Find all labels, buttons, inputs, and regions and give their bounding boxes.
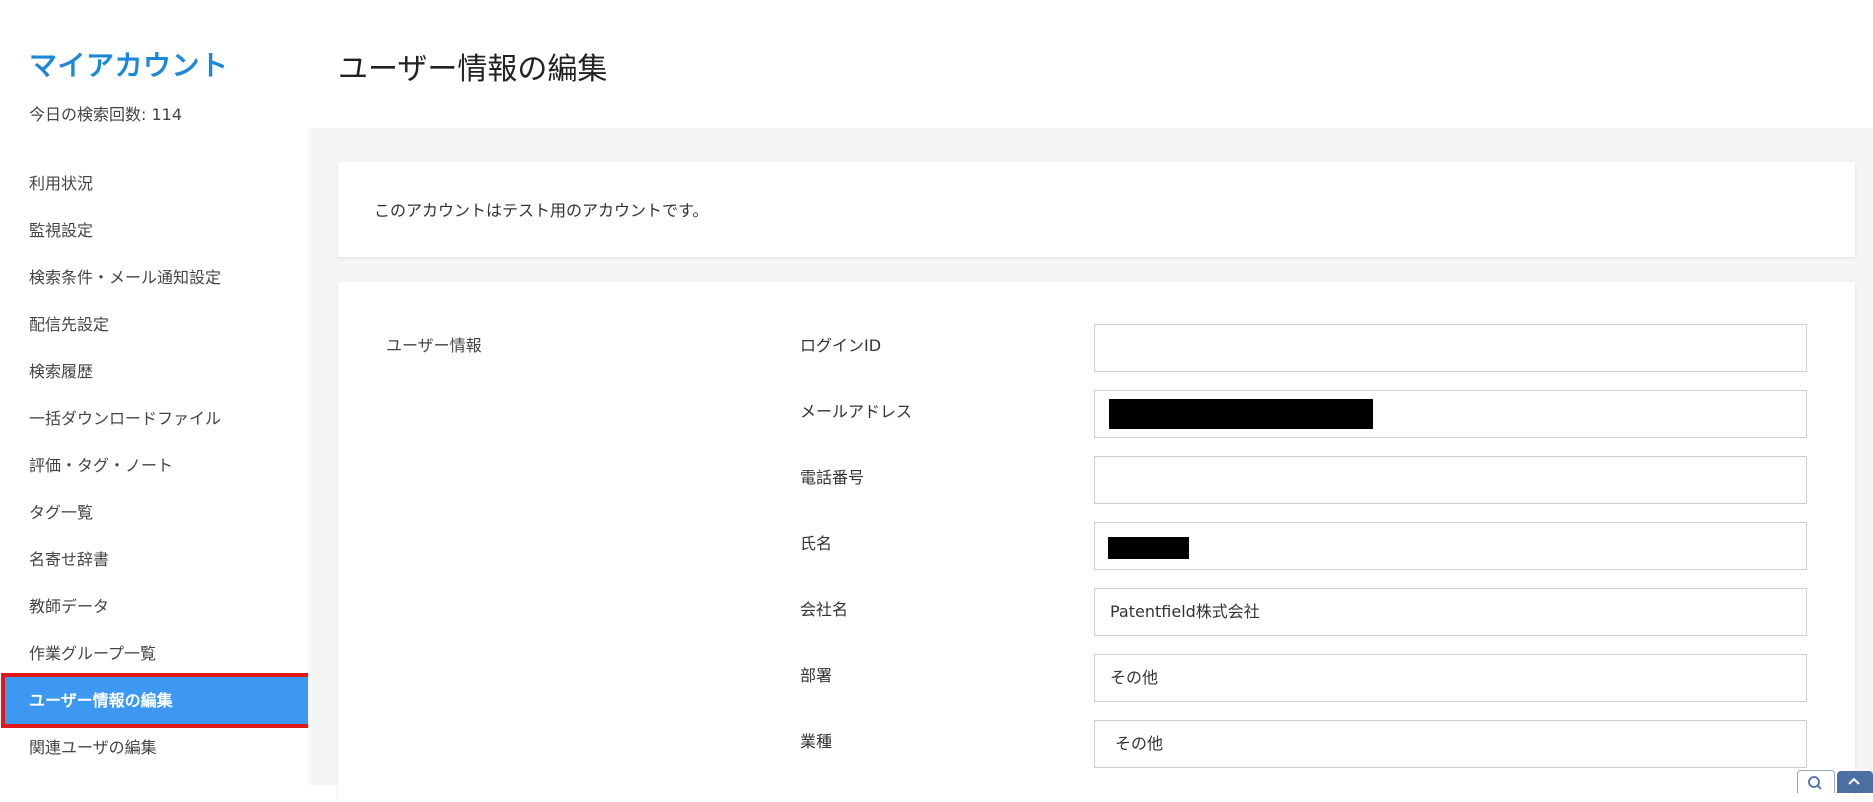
search-count: 今日の検索回数: 114 [29, 105, 183, 124]
field-label: メールアドレス [800, 402, 913, 421]
sidebar-item-search-history[interactable]: 検索履歴 [0, 348, 308, 395]
field-row-phone: 電話番号 [338, 456, 1855, 514]
phone-field[interactable] [1094, 456, 1807, 504]
redacted-block [1109, 399, 1373, 429]
name-field[interactable] [1094, 522, 1807, 570]
field-value: その他 [1115, 734, 1164, 753]
sidebar-item-usage[interactable]: 利用状況 [0, 160, 308, 207]
search-icon [1808, 776, 1822, 790]
sidebar-item-work-groups[interactable]: 作業グループ一覧 [0, 630, 308, 677]
field-label: 会社名 [800, 600, 849, 619]
field-value: その他 [1110, 668, 1159, 687]
company-field[interactable]: Patentfield株式会社 [1094, 588, 1807, 636]
sidebar-item-edit-related-users[interactable]: 関連ユーザの編集 [0, 724, 308, 771]
field-row-name: 氏名 [338, 522, 1855, 580]
sidebar-item-teacher-data[interactable]: 教師データ [0, 583, 308, 630]
field-row-department: 部署 その他 [338, 654, 1855, 712]
field-label: ログインID [800, 336, 882, 355]
sidebar: マイアカウント 今日の検索回数: 114 利用状況 監視設定 検索条件・メール通… [0, 0, 315, 785]
field-label: 電話番号 [800, 468, 865, 487]
login-id-field[interactable] [1094, 324, 1807, 372]
sidebar-item-name-dictionary[interactable]: 名寄せ辞書 [0, 536, 308, 583]
sidebar-title[interactable]: マイアカウント [29, 44, 229, 84]
field-row-email: メールアドレス [338, 390, 1855, 448]
field-row-industry: 業種 その他 [338, 720, 1855, 778]
redacted-block [1108, 537, 1189, 559]
sidebar-item-rating-tag-note[interactable]: 評価・タグ・ノート [0, 442, 308, 489]
department-select[interactable]: その他 [1094, 654, 1807, 702]
field-label: 業種 [800, 732, 833, 751]
notice-text: このアカウントはテスト用のアカウントです。 [374, 201, 709, 220]
chevron-up-icon [1848, 777, 1860, 785]
field-row-login-id: ログインID [338, 324, 1855, 382]
sidebar-item-monitoring[interactable]: 監視設定 [0, 207, 308, 254]
main-content: このアカウントはテスト用のアカウントです。 ユーザー情報 ログインID メールア… [308, 128, 1873, 802]
field-label: 部署 [800, 666, 833, 685]
scroll-top-button[interactable] [1837, 771, 1873, 793]
sidebar-item-tag-list[interactable]: タグ一覧 [0, 489, 308, 536]
sidebar-item-edit-user-info[interactable]: ユーザー情報の編集 [1, 673, 315, 728]
field-label: 氏名 [800, 534, 833, 553]
field-row-company: 会社名 Patentfield株式会社 [338, 588, 1855, 646]
sidebar-nav: 利用状況 監視設定 検索条件・メール通知設定 配信先設定 検索履歴 一括ダウンロ… [0, 160, 315, 771]
floating-search-button[interactable] [1797, 770, 1835, 793]
sidebar-item-delivery[interactable]: 配信先設定 [0, 301, 308, 348]
user-info-form: ユーザー情報 ログインID メールアドレス 電話番号 氏名 会社名 Patent… [338, 282, 1855, 802]
field-value: Patentfield株式会社 [1110, 602, 1260, 621]
industry-select[interactable]: その他 [1094, 720, 1807, 768]
notice-card: このアカウントはテスト用のアカウントです。 [338, 162, 1855, 257]
email-field[interactable] [1094, 390, 1807, 438]
page-title: ユーザー情報の編集 [338, 52, 608, 87]
sidebar-item-search-mail-settings[interactable]: 検索条件・メール通知設定 [0, 254, 308, 301]
sidebar-item-bulk-download[interactable]: 一括ダウンロードファイル [0, 395, 308, 442]
